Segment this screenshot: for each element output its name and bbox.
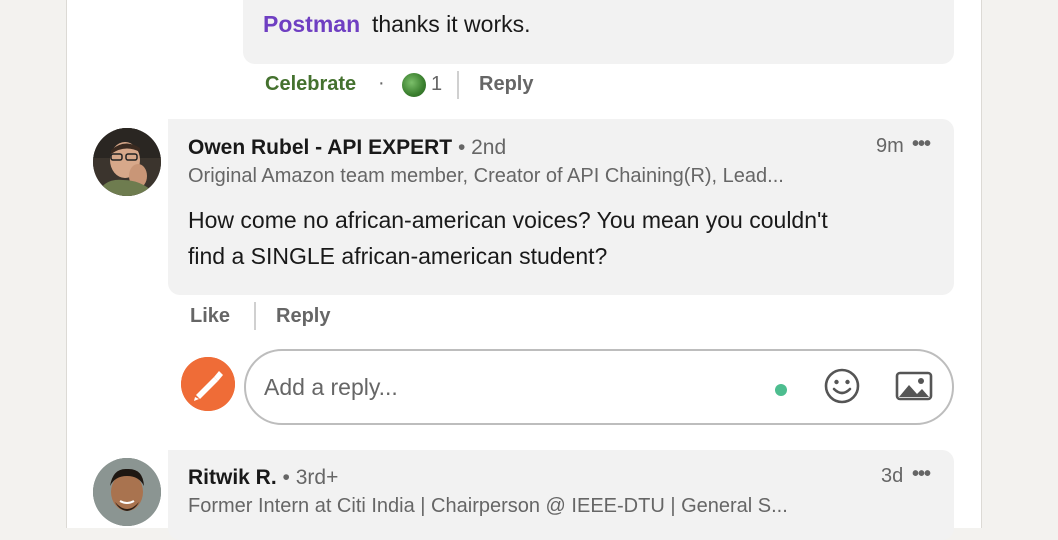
postman-logo-avatar [181, 357, 235, 411]
comment-time: 9m [876, 135, 904, 157]
mention-link[interactable]: Postman [263, 11, 360, 38]
reply-button[interactable]: Reply [479, 73, 533, 96]
like-button[interactable]: Like [190, 305, 230, 328]
reply-button[interactable]: Reply [276, 305, 330, 328]
comment-time: 3d [881, 465, 904, 487]
comment-body-line: find a SINGLE african-american student? [188, 243, 608, 269]
separator-dot: · [378, 72, 385, 94]
author-headline: Original Amazon team member, Creator of … [188, 165, 784, 187]
online-status-dot [775, 384, 787, 396]
celebrate-reaction-icon[interactable] [401, 72, 427, 98]
author-name[interactable]: Owen Rubel - API EXPERT • 2nd [188, 136, 506, 160]
comment-body: How come no african-american voices? You… [188, 202, 828, 274]
avatar[interactable] [93, 128, 161, 196]
more-options-icon[interactable]: ••• [912, 463, 931, 486]
more-options-icon[interactable]: ••• [912, 133, 931, 156]
connection-degree: • 2nd [457, 136, 507, 159]
divider [254, 302, 256, 330]
comment-body-line: How come no african-american voices? You… [188, 207, 828, 233]
author-name-text[interactable]: Owen Rubel - API EXPERT [188, 136, 452, 159]
author-name-text[interactable]: Ritwik R. [188, 466, 277, 489]
author-headline: Former Intern at Citi India | Chairperso… [188, 495, 788, 517]
reaction-count[interactable]: 1 [431, 73, 442, 96]
emoji-icon[interactable] [822, 366, 862, 406]
image-icon[interactable] [894, 368, 934, 404]
connection-degree: • 3rd+ [282, 466, 339, 489]
author-name[interactable]: Ritwik R. • 3rd+ [188, 466, 338, 490]
reply-input[interactable] [262, 369, 746, 405]
celebrate-reaction-button[interactable]: Celebrate [265, 73, 356, 96]
reply-text: thanks it works. [372, 11, 531, 37]
divider [457, 71, 459, 99]
avatar[interactable] [93, 458, 161, 526]
